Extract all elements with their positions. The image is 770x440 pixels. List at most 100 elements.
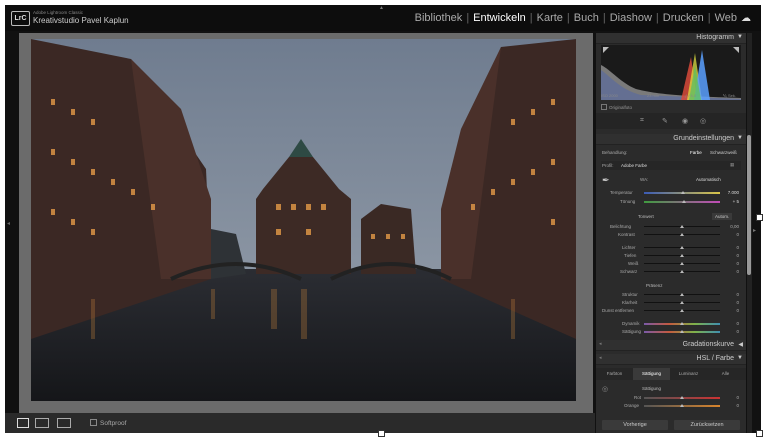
highlights-slider-thumb[interactable] [680, 246, 684, 249]
crop-icon[interactable]: ⌗ [640, 117, 644, 125]
toolbar: Softproof [5, 413, 595, 433]
basic-title: Grundeinstellungen [673, 135, 734, 142]
whites-label: Weiß [628, 261, 639, 266]
tab-alle[interactable]: Alle [707, 371, 744, 376]
treatment-bw-button[interactable]: Schwarzweiß [710, 150, 737, 155]
before-after-mode-icon[interactable] [57, 418, 71, 428]
module-entwickeln[interactable]: Entwickeln [473, 12, 526, 24]
module-buch[interactable]: Buch [574, 12, 599, 24]
treatment-color-button[interactable]: Farbe [690, 150, 702, 155]
targeted-adjustment-icon[interactable]: ◎ [602, 385, 608, 393]
vibrance-value[interactable]: 0 [709, 321, 739, 326]
cloud-icon[interactable]: ☁ [741, 13, 751, 24]
red-eye-icon[interactable]: ◉ [682, 117, 688, 125]
collapse-right-icon[interactable]: ▸ [753, 227, 756, 234]
panel-scrollbar-thumb[interactable] [747, 135, 751, 275]
module-diashow[interactable]: Diashow [610, 12, 652, 24]
collapse-top-icon[interactable]: ▲ [379, 5, 384, 11]
contrast-slider-thumb[interactable] [680, 233, 684, 236]
highlights-label: Lichter [622, 245, 636, 250]
blacks-slider-thumb[interactable] [680, 270, 684, 273]
module-drucken[interactable]: Drucken [663, 12, 704, 24]
contrast-value[interactable]: 0 [709, 232, 739, 237]
focal-value: 23 mm [647, 93, 660, 98]
dehaze-value[interactable]: 0 [709, 308, 739, 313]
expand-left-icon[interactable]: ◂ [7, 220, 10, 227]
wb-select[interactable]: Automatisch [696, 177, 721, 182]
tint-slider-thumb[interactable] [682, 200, 686, 203]
original-photo-checkbox[interactable] [601, 104, 607, 110]
whites-value[interactable]: 0 [709, 261, 739, 266]
profile-select[interactable]: Adobe Farbe [621, 163, 647, 168]
tint-value[interactable]: + 5 [709, 199, 739, 204]
app-name: Adobe Lightroom Classic [33, 10, 84, 15]
saturation-label: Sättigung [622, 329, 642, 334]
tab-luminanz[interactable]: Luminanz [670, 371, 707, 376]
saturation-slider-thumb[interactable] [680, 330, 684, 333]
module-picker: Bibliothek | Entwickeln | Karte | Buch | Diashow… [414, 12, 751, 24]
catalog-name: Kreativstudio Pavel Kaplun [33, 16, 129, 25]
saturation-value[interactable]: 0 [709, 329, 739, 334]
softproof-checkbox[interactable] [90, 419, 97, 426]
healing-brush-icon[interactable]: ✎ [662, 117, 668, 125]
tone-curve-title: Gradationskurve [682, 341, 734, 348]
photo-preview [31, 39, 576, 401]
exposure-value[interactable]: 0,00 [709, 224, 739, 229]
blacks-label: Schwarz [620, 269, 638, 274]
resize-handle-corner[interactable] [756, 430, 763, 437]
loupe-view-icon[interactable] [17, 418, 29, 428]
dehaze-slider-thumb[interactable] [680, 309, 684, 312]
red-label: Rot [634, 395, 642, 400]
chevron-left-icon: ◀ [738, 342, 743, 348]
white-balance-picker-icon[interactable]: ✒ [602, 175, 610, 186]
profile-browser-icon[interactable]: ▦ [730, 162, 734, 168]
hsl-title: HSL / Farbe [696, 355, 734, 362]
masking-icon[interactable]: ◎ [700, 117, 706, 125]
histogram-header[interactable]: Histogramm ▼ [596, 33, 746, 44]
texture-value[interactable]: 0 [709, 292, 739, 297]
whites-slider-thumb[interactable] [680, 262, 684, 265]
tone-curve-header[interactable]: ◂ Gradationskurve ◀ [596, 340, 746, 351]
shadows-label: Tiefen [624, 253, 637, 258]
module-karte[interactable]: Karte [537, 12, 563, 24]
tint-label: Tönung [620, 199, 636, 204]
previous-button[interactable]: Vorherige [602, 420, 668, 430]
blacks-value[interactable]: 0 [709, 269, 739, 274]
clarity-value[interactable]: 0 [709, 300, 739, 305]
red-slider-thumb[interactable] [680, 396, 684, 399]
resize-handle-right[interactable] [756, 214, 763, 221]
aperture-value: ƒ / 4,0 [685, 93, 697, 98]
softproof-label: Softproof [100, 420, 127, 427]
temperature-slider-thumb[interactable] [681, 191, 685, 194]
orange-label: Orange [624, 403, 640, 408]
image-canvas[interactable] [19, 33, 593, 413]
tab-farbton[interactable]: Farbton [596, 371, 633, 376]
red-value[interactable]: 0 [709, 395, 739, 400]
texture-label: Struktur [622, 292, 638, 297]
clarity-slider-thumb[interactable] [680, 301, 684, 304]
wb-label: WA: [640, 177, 649, 182]
shadows-slider-thumb[interactable] [680, 254, 684, 257]
before-after-icon[interactable] [35, 418, 49, 428]
bottom-buttons: Vorherige Zurücksetzen [596, 418, 746, 432]
module-bibliothek[interactable]: Bibliothek [415, 12, 463, 24]
highlights-value[interactable]: 0 [709, 245, 739, 250]
tab-saettigung[interactable]: Sättigung [633, 368, 670, 380]
hsl-header[interactable]: ◂ HSL / Farbe ▼ [596, 354, 746, 365]
clarity-label: Klarheit [622, 300, 638, 305]
tool-strip: ⌗ ✎ ◉ ◎ [596, 113, 746, 129]
exposure-slider-thumb[interactable] [680, 225, 684, 228]
vibrance-slider-thumb[interactable] [680, 322, 684, 325]
top-bar: LrC Adobe Lightroom Classic Kreativstudi… [5, 5, 761, 31]
basic-header[interactable]: Grundeinstellungen ▼ [596, 134, 746, 145]
shadows-value[interactable]: 0 [709, 253, 739, 258]
temperature-value[interactable]: 7.000 [709, 190, 739, 195]
texture-slider-thumb[interactable] [680, 293, 684, 296]
hsl-section-label: Sättigung [642, 386, 662, 391]
module-web[interactable]: Web [715, 12, 737, 24]
orange-value[interactable]: 0 [709, 403, 739, 408]
reset-button[interactable]: Zurücksetzen [674, 420, 740, 430]
orange-slider-thumb[interactable] [680, 404, 684, 407]
tone-auto-button[interactable]: Autom. [712, 213, 733, 220]
resize-handle-bottom[interactable] [378, 430, 385, 437]
